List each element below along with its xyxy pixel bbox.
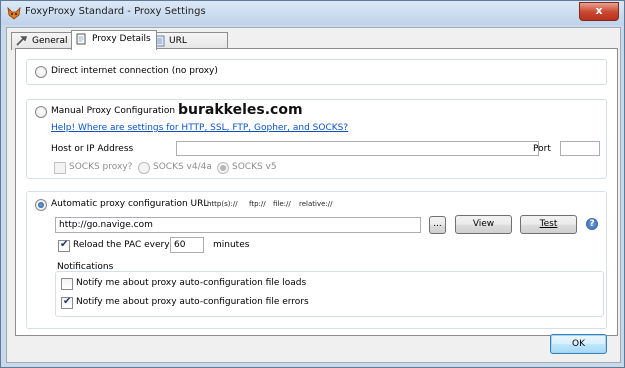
scheme-http: http(s):// [207,200,238,208]
direct-radio[interactable] [35,66,47,78]
reload-pac-label: Reload the PAC every [73,240,170,250]
tab-general-label: General [32,36,68,46]
auto-group: Automatic proxy configuration URL http(s… [26,191,607,329]
socks-proxy-label: SOCKS proxy? [69,162,133,172]
socks4-radio[interactable] [138,162,150,174]
socks5-label: SOCKS v5 [232,162,277,172]
document-icon [76,33,86,45]
wrench-icon [16,36,28,46]
socks-proxy-checkbox[interactable] [54,162,66,174]
scheme-file: file:// [273,200,291,208]
direct-group: Direct internet connection (no proxy) [26,59,607,85]
watermark: burakkeles.com [178,102,303,118]
tab-proxy-details-label: Proxy Details [92,34,151,44]
notify-errors-label: Notify me about proxy auto-configuration… [76,297,309,307]
auto-radio[interactable] [35,199,47,211]
help-icon[interactable]: ? [586,218,598,230]
ok-button[interactable]: OK [550,334,607,354]
window-title: FoxyProxy Standard - Proxy Settings [25,6,206,17]
tab-proxy-details[interactable]: Proxy Details [71,30,157,50]
direct-label: Direct internet connection (no proxy) [51,66,218,76]
proxy-details-panel: Direct internet connection (no proxy) Ma… [15,48,618,336]
socks4-label: SOCKS v4/4a [153,162,212,172]
manual-group: Manual Proxy Configuration burakkeles.co… [26,99,607,179]
reload-pac-checkbox[interactable] [58,239,70,252]
scheme-relative: relative:// [299,200,333,208]
notify-loads-label: Notify me about proxy auto-configuration… [76,278,307,288]
host-label: Host or IP Address [51,144,134,154]
foxyproxy-icon [7,6,21,20]
notifications-group: Notify me about proxy auto-configuration… [55,271,604,317]
reload-minutes-input[interactable]: 60 [170,237,204,253]
socks5-radio[interactable] [217,162,229,174]
manual-label: Manual Proxy Configuration [51,106,176,116]
browse-button[interactable]: ... [429,216,446,234]
close-button[interactable]: x [579,2,619,21]
minutes-label: minutes [213,240,250,250]
manual-help-link[interactable]: Help! Where are settings for HTTP, SSL, … [51,123,348,133]
scheme-ftp: ftp:// [249,200,266,208]
notify-loads-checkbox[interactable] [61,278,73,290]
settings-window: FoxyProxy Standard - Proxy Settings x Ge… [0,0,625,368]
title-bar[interactable]: FoxyProxy Standard - Proxy Settings x [1,1,624,25]
test-button[interactable]: Test [520,215,577,234]
host-input[interactable] [176,141,539,156]
manual-radio[interactable] [35,106,47,118]
view-button[interactable]: View [455,215,512,234]
auto-label: Automatic proxy configuration URL [51,199,209,209]
port-input[interactable] [560,141,600,156]
dialog-body: General Proxy Details URL Patterns Direc… [6,27,621,363]
port-label: Port [533,144,551,154]
pac-url-input[interactable]: http://go.navige.com [55,217,421,233]
notify-errors-checkbox[interactable] [61,296,73,309]
